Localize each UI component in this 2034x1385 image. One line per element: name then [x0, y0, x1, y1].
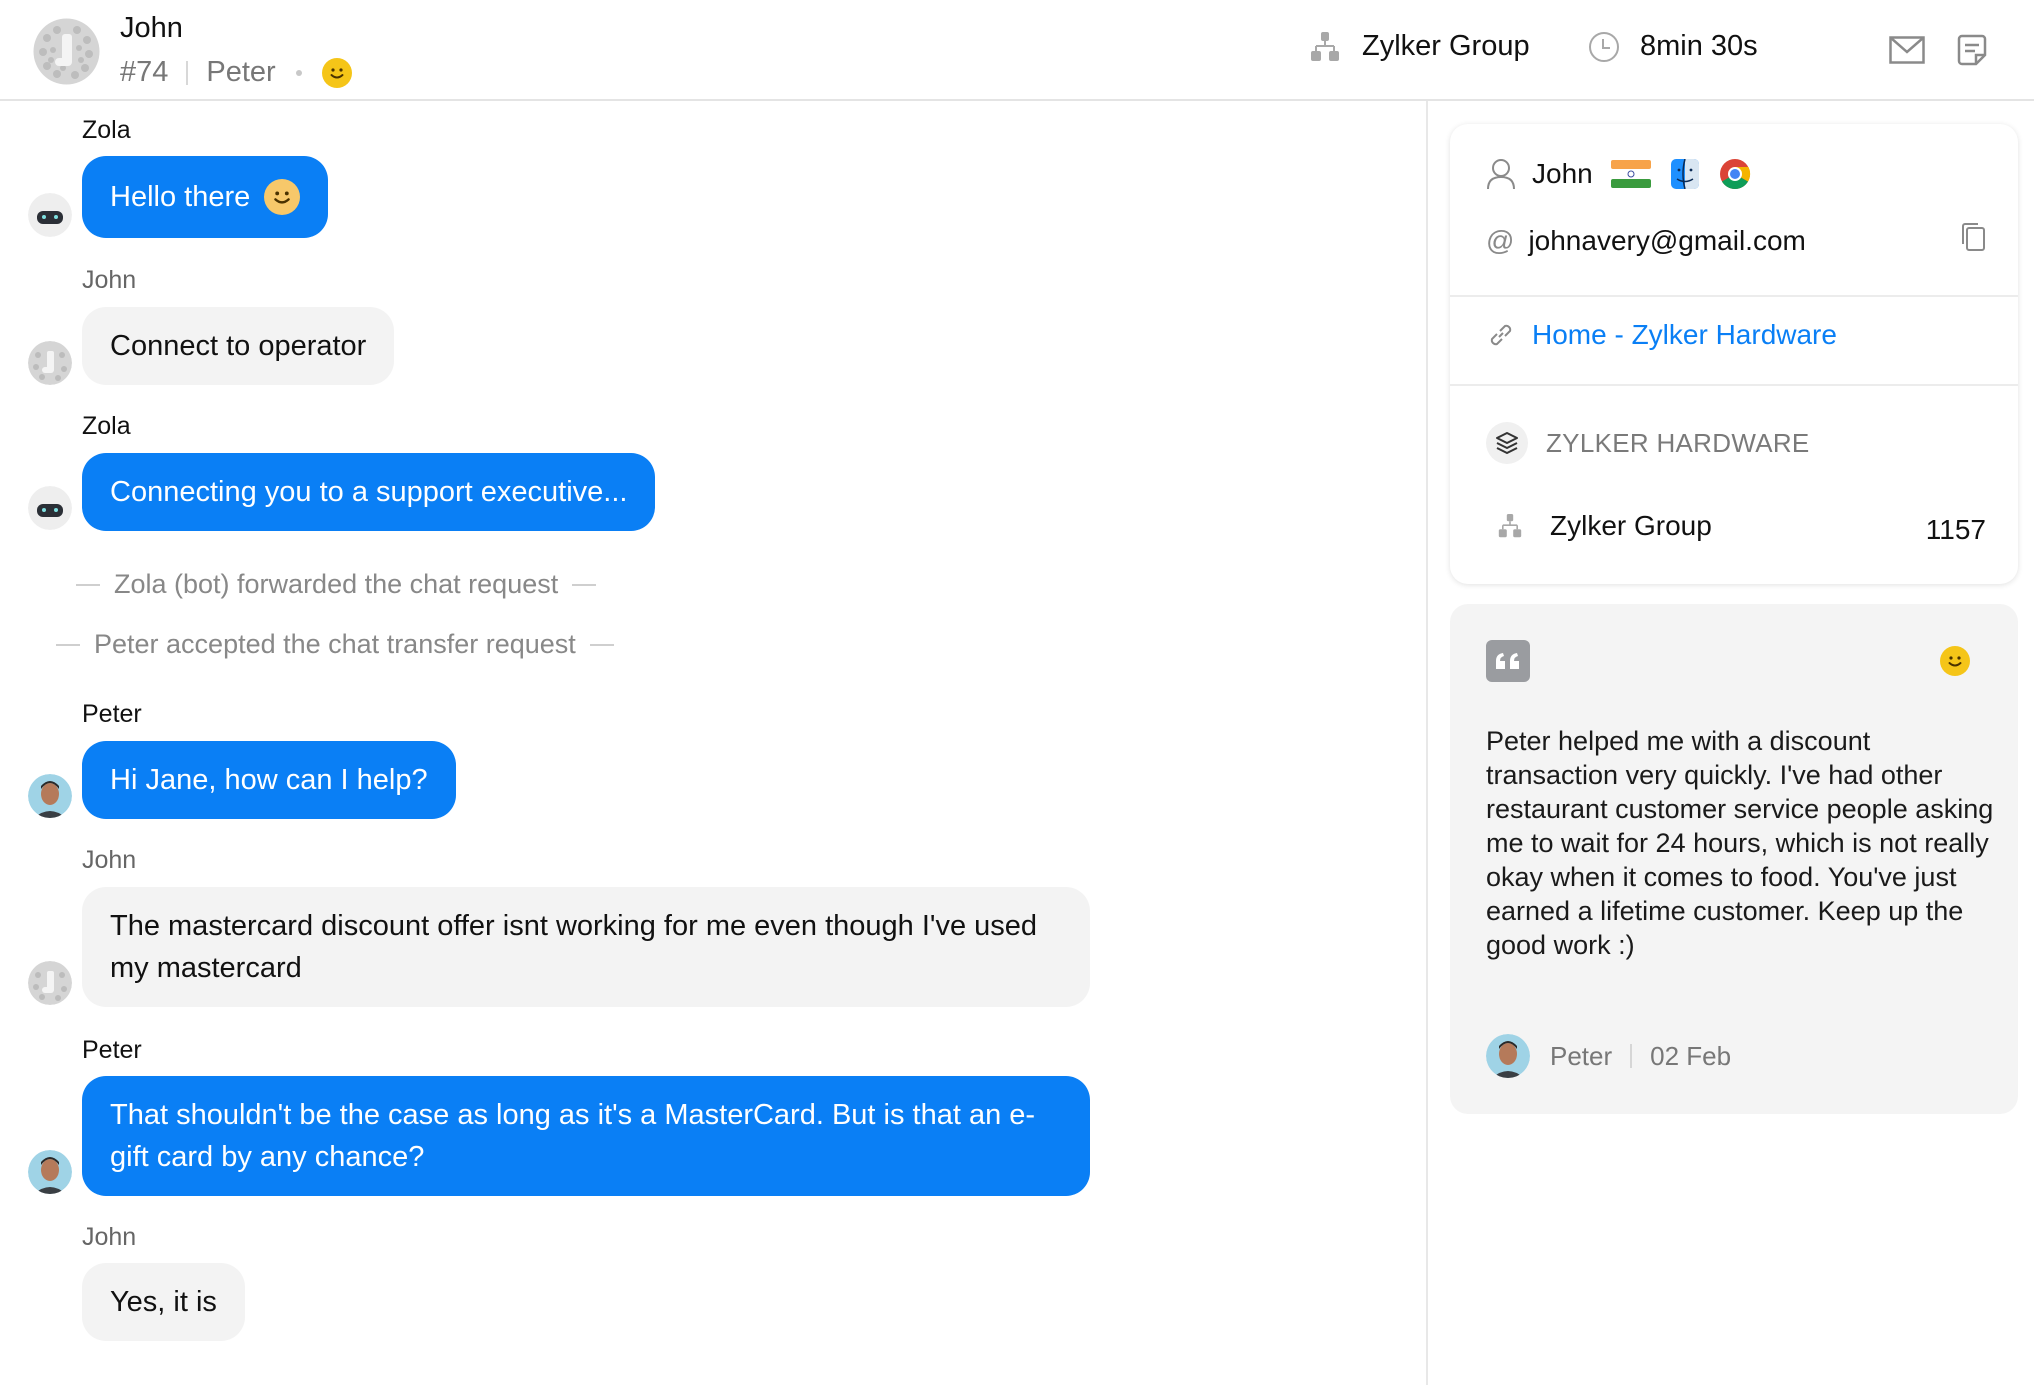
- india-flag-icon: [1610, 160, 1651, 188]
- message-bubble: That shouldn't be the case as long as it…: [82, 1076, 1090, 1196]
- smiley-icon: [264, 179, 301, 215]
- message-sender: Zola: [82, 412, 131, 440]
- copy-icon: [1962, 223, 1985, 251]
- message-text: Hello there: [110, 181, 251, 213]
- message-text: Connecting you to a support executive...: [110, 476, 628, 508]
- at-icon: @: [1486, 224, 1515, 256]
- layers-icon: [1486, 422, 1528, 464]
- feedback-meta: Peter 02 Feb: [1486, 1034, 1731, 1078]
- bot-avatar: [28, 193, 72, 237]
- department-name: Zylker Group: [1550, 510, 1712, 541]
- visited-page-row: Home - Zylker Hardware: [1486, 319, 1837, 351]
- message-bubble: Hello there: [82, 156, 329, 238]
- macos-finder-icon: [1670, 159, 1699, 189]
- operator-name: Peter: [206, 56, 276, 88]
- feedback-date: 02 Feb: [1650, 1040, 1732, 1071]
- message-sender: Peter: [82, 1036, 142, 1064]
- message-text: The mastercard discount offer isnt worki…: [110, 910, 1038, 984]
- message-sender: Zola: [82, 116, 131, 144]
- divider: [1450, 384, 2018, 386]
- message-sender: John: [82, 846, 137, 874]
- org-chart-icon: [1311, 31, 1339, 61]
- separator: [186, 60, 189, 85]
- user-icon: [1487, 159, 1515, 190]
- chat-meta: #74 Peter: [120, 56, 352, 89]
- department-name: Zylker Group: [1362, 30, 1530, 62]
- message-bubble: Yes, it is: [82, 1263, 245, 1341]
- system-event: Peter accepted the chat transfer request: [42, 629, 628, 660]
- mail-icon: [1889, 36, 1925, 64]
- email-transcript-button[interactable]: [1887, 30, 1927, 70]
- duration-text: 8min 30s: [1640, 30, 1758, 62]
- separator: [1630, 1044, 1633, 1068]
- visitor-name: John: [120, 12, 183, 44]
- chat-id: #74: [120, 56, 169, 88]
- visitor-name: John: [1532, 158, 1593, 189]
- department-row: Zylker Group 1157: [1486, 506, 1986, 546]
- visitor-avatar: [28, 961, 72, 1005]
- smiley-icon: [321, 57, 352, 88]
- message-sender: John: [82, 1223, 137, 1251]
- visitor-info-card: John @ johnavery@gmail.com Home - Zylker…: [1450, 124, 2018, 584]
- bot-avatar: [28, 486, 72, 530]
- message-bubble: Hi Jane, how can I help?: [82, 741, 456, 819]
- system-event-text: Peter accepted the chat transfer request: [94, 629, 576, 659]
- note-icon: [1957, 34, 1987, 66]
- chrome-icon: [1719, 159, 1750, 190]
- org-chart-icon: [1498, 514, 1522, 538]
- feedback-author: Peter: [1550, 1040, 1613, 1071]
- visitor-avatar: [33, 18, 100, 85]
- dot-separator: [295, 69, 302, 76]
- message-bubble: Connecting you to a support executive...: [82, 453, 656, 531]
- link-icon: [1490, 324, 1512, 346]
- department: Zylker Group: [1310, 30, 1530, 63]
- chat-duration: 8min 30s: [1588, 30, 1758, 63]
- system-event-text: Zola (bot) forwarded the chat request: [114, 569, 559, 599]
- operator-avatar: [28, 774, 72, 818]
- dash: [589, 643, 614, 646]
- system-event: Zola (bot) forwarded the chat request: [62, 569, 610, 600]
- notes-button[interactable]: [1952, 30, 1992, 70]
- message-text: That shouldn't be the case as long as it…: [110, 1099, 1036, 1173]
- brand-row: ZYLKER HARDWARE: [1486, 422, 1810, 464]
- operator-avatar: [1486, 1034, 1530, 1078]
- visitor-email: johnavery@gmail.com: [1528, 224, 1806, 256]
- message-text: Hi Jane, how can I help?: [110, 764, 428, 796]
- message-text: Yes, it is: [110, 1286, 217, 1318]
- message-sender: Peter: [82, 700, 142, 728]
- message-text: Connect to operator: [110, 330, 367, 362]
- copy-email-button[interactable]: [1960, 222, 1986, 259]
- chat-header: John #74 Peter Zylker Group 8min 30s: [0, 0, 2034, 101]
- panel-divider: [1426, 101, 1428, 1385]
- dash: [56, 643, 80, 646]
- brand-name: ZYLKER HARDWARE: [1546, 427, 1810, 458]
- chat-transcript: Zola Hello there John Connect to operato…: [0, 101, 1426, 1385]
- feedback-text: Peter helped me with a discount transact…: [1486, 726, 1994, 960]
- quote-icon: [1486, 640, 1530, 682]
- visitor-name-row: John: [1486, 158, 1751, 190]
- visitor-email-row: @ johnavery@gmail.com: [1486, 222, 1986, 259]
- dash: [76, 583, 100, 586]
- visitor-avatar: [28, 341, 72, 385]
- message-bubble: The mastercard discount offer isnt worki…: [82, 887, 1090, 1007]
- smiley-icon: [1940, 646, 1970, 676]
- divider: [1450, 295, 2018, 297]
- operator-avatar: [28, 1150, 72, 1194]
- department-count: 1157: [1925, 514, 1986, 545]
- feedback-card: Peter helped me with a discount transact…: [1450, 604, 2018, 1114]
- message-sender: John: [82, 266, 137, 294]
- message-bubble: Connect to operator: [82, 307, 395, 385]
- dash: [572, 583, 597, 586]
- clock-icon: [1589, 31, 1619, 62]
- visited-page-link[interactable]: Home - Zylker Hardware: [1532, 319, 1837, 351]
